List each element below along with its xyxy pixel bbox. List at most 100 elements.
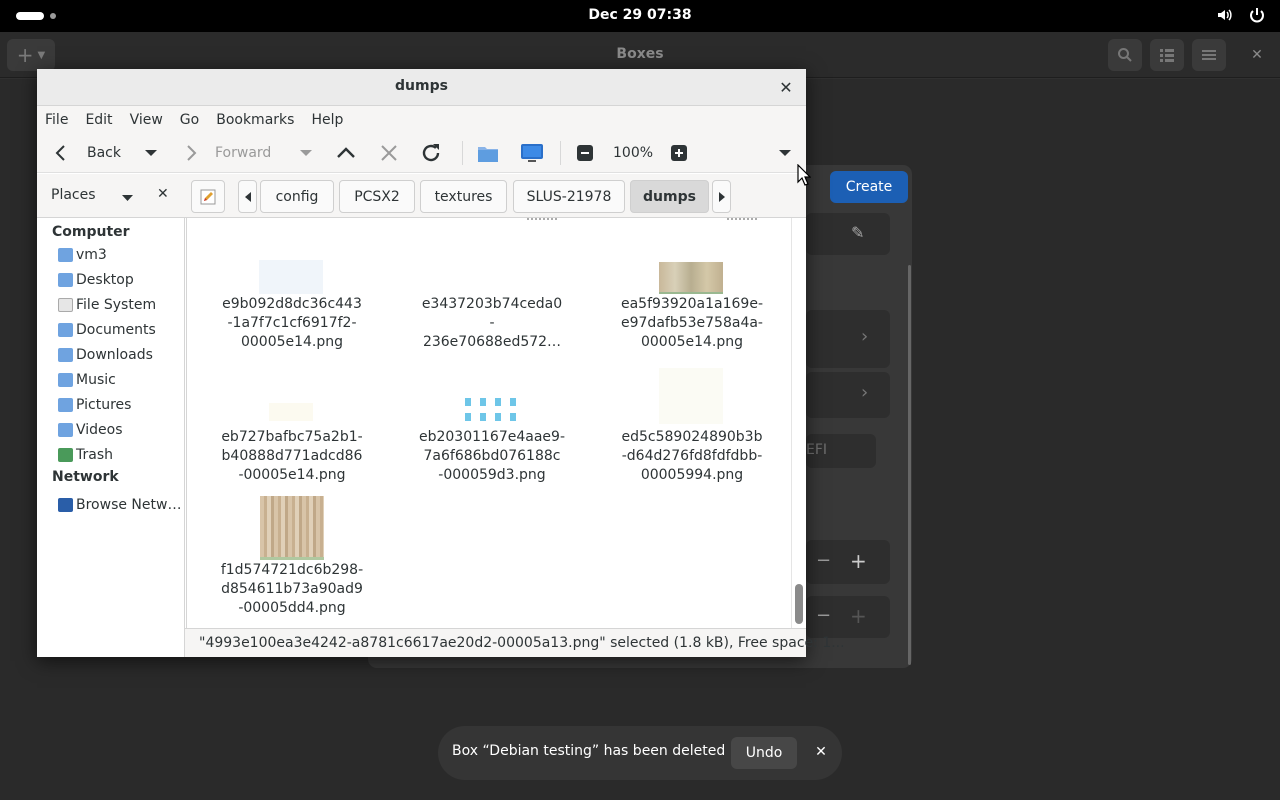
search-button[interactable] xyxy=(1108,39,1142,71)
sidebar-item-vm3[interactable]: vm3 xyxy=(58,244,107,266)
breadcrumb-config[interactable]: config xyxy=(260,180,334,213)
file-thumbnail[interactable] xyxy=(259,260,323,294)
zoom-out-button[interactable] xyxy=(577,133,593,173)
breadcrumb-slus-21978[interactable]: SLUS-21978 xyxy=(513,180,625,213)
home-folder-icon xyxy=(58,248,73,262)
file-thumbnail[interactable] xyxy=(260,496,324,560)
plus-icon[interactable]: + xyxy=(850,549,867,573)
sidebar-heading-network: Network xyxy=(52,469,119,485)
plus-icon[interactable]: + xyxy=(850,604,867,628)
sidebar-item-pictures[interactable]: Pictures xyxy=(58,394,131,416)
menu-edit[interactable]: Edit xyxy=(85,112,120,128)
file-thumbnail[interactable] xyxy=(463,396,521,424)
home-button[interactable] xyxy=(477,133,499,173)
sidebar-item-browse-network[interactable]: Browse Netw… xyxy=(58,494,181,516)
chevron-down-icon xyxy=(779,150,791,156)
dialog-source-row[interactable]: › xyxy=(806,372,890,418)
forward-history-dropdown[interactable] xyxy=(299,133,313,173)
up-button[interactable] xyxy=(335,133,357,173)
stop-button[interactable] xyxy=(379,133,399,173)
sidebar-item-music[interactable]: Music xyxy=(58,369,116,391)
gnome-top-bar: Dec 29 07:38 xyxy=(0,0,1280,32)
toolbar-overflow-button[interactable] xyxy=(778,133,792,173)
file-item[interactable]: eb727bafbc75a2b1- b40888d771adcd86 -0000… xyxy=(202,428,382,485)
dialog-scrollbar[interactable] xyxy=(908,265,911,665)
chevron-down-icon xyxy=(145,150,157,156)
reload-button[interactable] xyxy=(419,133,443,173)
side-pane-selector[interactable]: Places xyxy=(51,187,96,203)
file-thumbnail[interactable] xyxy=(659,262,723,294)
minus-icon[interactable]: − xyxy=(816,550,831,571)
file-thumbnail[interactable] xyxy=(269,403,313,421)
music-folder-icon xyxy=(58,373,73,387)
hamburger-icon xyxy=(1202,50,1216,60)
clock[interactable]: Dec 29 07:38 xyxy=(0,7,1280,23)
status-text: "4993e100ea3e4242-a8781c6617ae20d2-00005… xyxy=(199,635,845,651)
toggle-location-entry-button[interactable] xyxy=(191,180,225,213)
file-manager-titlebar[interactable]: dumps ✕ xyxy=(37,69,806,106)
forward-button[interactable]: Forward xyxy=(181,133,271,173)
create-button[interactable]: Create xyxy=(830,171,908,203)
boxes-close-button[interactable]: ✕ xyxy=(1244,39,1270,71)
sidebar-item-trash[interactable]: Trash xyxy=(58,444,113,466)
pictures-folder-icon xyxy=(58,398,73,412)
breadcrumb-textures[interactable]: textures xyxy=(420,180,507,213)
breadcrumb-dumps[interactable]: dumps xyxy=(630,180,709,213)
documents-folder-icon xyxy=(58,323,73,337)
minus-icon[interactable]: − xyxy=(816,605,831,626)
dialog-name-row[interactable]: ✎ xyxy=(806,213,890,255)
file-icon-view[interactable]: e9b092d8dc36c443 -1a7f7c1cf6917f2- 00005… xyxy=(186,218,806,628)
breadcrumb-scroll-left[interactable] xyxy=(238,180,257,213)
close-icon: ✕ xyxy=(779,77,793,97)
search-icon xyxy=(1118,48,1132,62)
chevron-down-icon[interactable] xyxy=(121,191,134,207)
file-item[interactable]: f1d574721dc6b298- d854611b73a90ad9 -0000… xyxy=(202,561,382,618)
dialog-os-row[interactable]: › xyxy=(806,310,890,368)
main-toolbar: Back Forward 100% xyxy=(37,133,806,173)
file-item[interactable]: eb20301167e4aae9- 7a6f686bd076188c -0000… xyxy=(402,428,582,485)
volume-icon[interactable] xyxy=(1216,6,1234,28)
firmware-label: EFI xyxy=(806,442,828,458)
stop-icon xyxy=(381,145,397,161)
zoom-level[interactable]: 100% xyxy=(613,133,653,173)
menu-file[interactable]: File xyxy=(45,112,76,128)
menu-bar: File Edit View Go Bookmarks Help xyxy=(37,106,806,133)
main-menu-button[interactable] xyxy=(1192,39,1226,71)
file-item[interactable]: ea5f93920a1a169e- e97dafb53e758a4a- 0000… xyxy=(602,295,782,352)
breadcrumb-pcsx2[interactable]: PCSX2 xyxy=(339,180,415,213)
power-icon[interactable] xyxy=(1248,6,1266,28)
menu-bookmarks[interactable]: Bookmarks xyxy=(216,112,302,128)
drive-icon xyxy=(58,298,73,312)
menu-help[interactable]: Help xyxy=(311,112,351,128)
list-view-button[interactable] xyxy=(1150,39,1184,71)
sidebar-item-downloads[interactable]: Downloads xyxy=(58,344,153,366)
window-close-button[interactable]: ✕ xyxy=(776,77,796,97)
zoom-out-icon xyxy=(577,145,593,161)
sidebar-item-documents[interactable]: Documents xyxy=(58,319,156,341)
file-item[interactable]: e3437203b74ceda0 - 236e70688ed572… xyxy=(402,295,582,352)
sidebar-item-videos[interactable]: Videos xyxy=(58,419,123,441)
chevron-down-icon xyxy=(300,150,312,156)
sidebar-item-file-system[interactable]: File System xyxy=(58,294,156,316)
file-item[interactable]: ed5c589024890b3b -d64d276fd8fdfdbb- 0000… xyxy=(602,428,782,485)
sidebar-item-desktop[interactable]: Desktop xyxy=(58,269,134,291)
file-thumbnail[interactable] xyxy=(659,368,723,424)
back-button[interactable]: Back xyxy=(51,133,121,173)
downloads-folder-icon xyxy=(58,348,73,362)
undo-button[interactable]: Undo xyxy=(731,737,797,769)
file-item[interactable]: e9b092d8dc36c443 -1a7f7c1cf6917f2- 00005… xyxy=(202,295,382,352)
system-tray[interactable] xyxy=(1216,6,1266,28)
breadcrumb-scroll-right[interactable] xyxy=(712,180,731,213)
close-side-pane-button[interactable]: ✕ xyxy=(157,186,169,202)
menu-view[interactable]: View xyxy=(130,112,171,128)
back-history-dropdown[interactable] xyxy=(144,133,158,173)
zoom-in-button[interactable] xyxy=(671,133,687,173)
file-view-scrollbar-thumb[interactable] xyxy=(795,584,803,624)
toast-close-button[interactable]: ✕ xyxy=(810,741,832,763)
menu-go[interactable]: Go xyxy=(180,112,207,128)
network-icon xyxy=(58,498,73,512)
videos-folder-icon xyxy=(58,423,73,437)
file-view-scrollbar-track[interactable] xyxy=(791,218,806,628)
computer-button[interactable] xyxy=(520,133,544,173)
toast-message: Box “Debian testing” has been deleted xyxy=(452,743,726,759)
